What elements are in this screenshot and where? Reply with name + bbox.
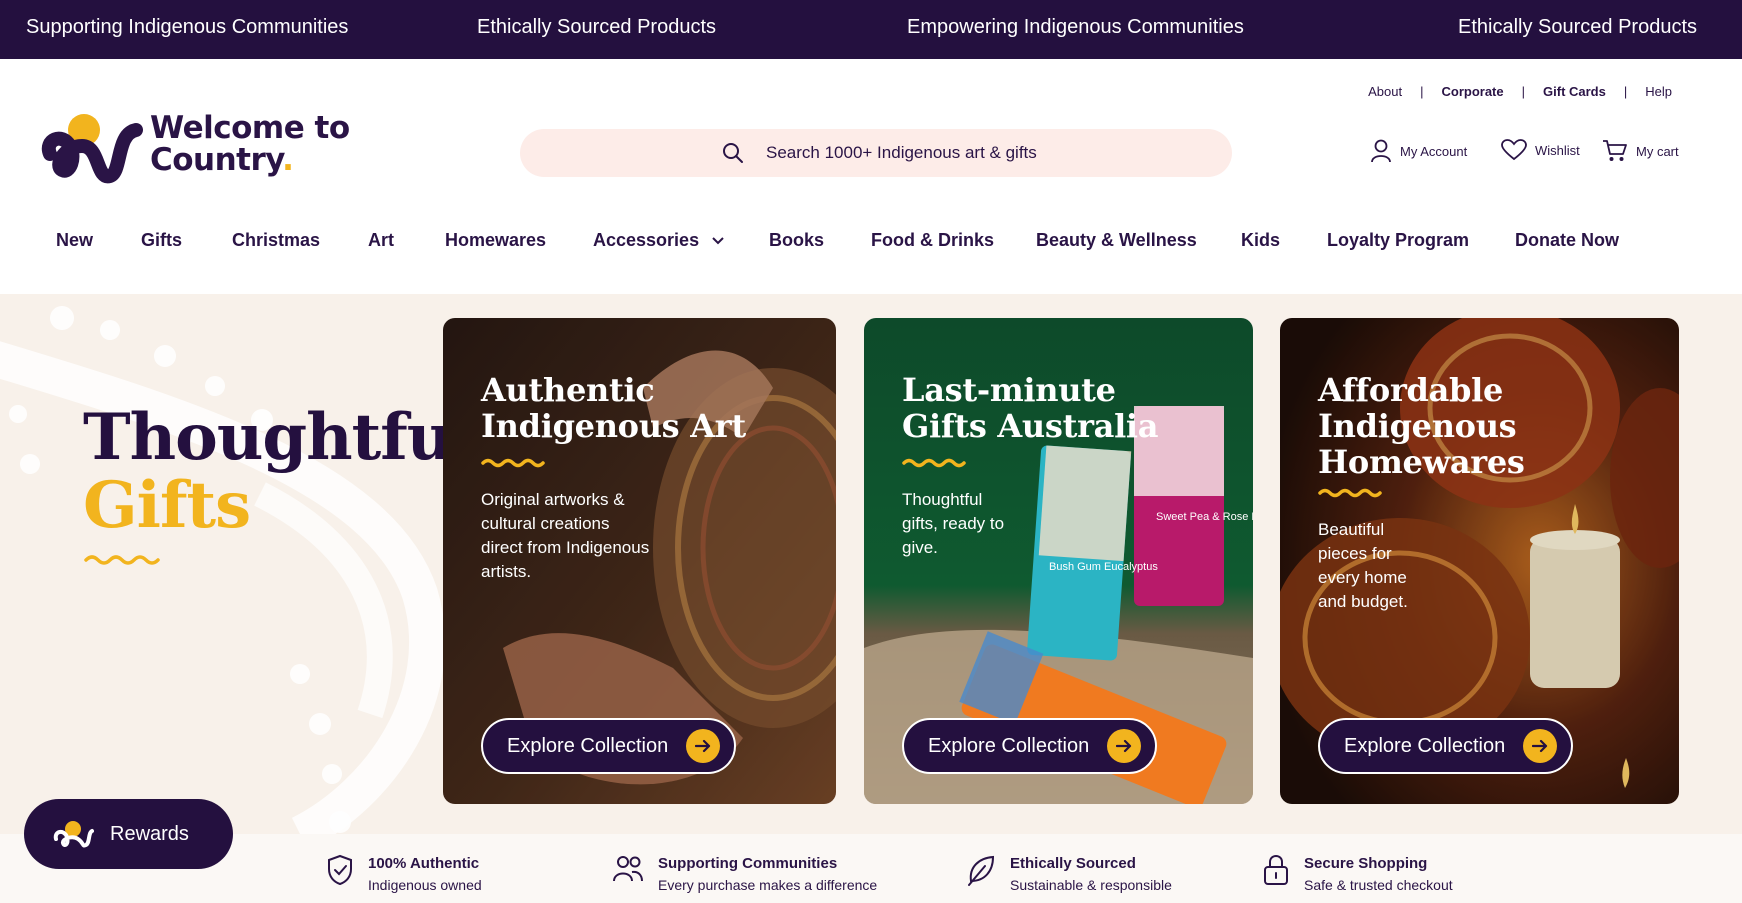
dot-pattern-background [0, 306, 446, 834]
trust-item-secure: Secure Shopping Safe & trusted checkout [1262, 854, 1453, 896]
brand-line-1: Welcome to [150, 110, 350, 146]
rewards-logo-icon [53, 821, 94, 848]
search-input[interactable] [766, 139, 1186, 167]
trust-subtitle: Safe & trusted checkout [1304, 877, 1453, 893]
explore-collection-button[interactable]: Explore Collection [481, 718, 737, 774]
collection-card-homewares[interactable]: Affordable Indigenous Homewares Beautifu… [1280, 318, 1679, 804]
collection-card-gifts[interactable]: Bush Gum Eucalyptus Sweet Pea & Rose Myr… [864, 318, 1253, 804]
divider: | [1521, 84, 1526, 99]
trust-subtitle: Indigenous owned [368, 877, 482, 893]
brand-dot: . [282, 142, 294, 178]
announcement-item: Ethically Sourced Products [1458, 16, 1698, 38]
product-label: Sweet Pea & Rose Myrtle [1156, 511, 1253, 523]
collection-card-art[interactable]: Authentic Indigenous Art Original artwor… [443, 318, 836, 804]
wishlist-label: Wishlist [1535, 142, 1580, 158]
help-link[interactable]: Help [1645, 84, 1672, 99]
hero-section: Thoughtful Gifts Authentic Indigenous Ar… [0, 294, 1742, 834]
announcement-item: Ethically Sourced Products [477, 16, 717, 38]
nav-item-new[interactable]: New [56, 230, 93, 251]
brand-wordmark: Welcome to Country. [150, 112, 350, 176]
trust-title: Secure Shopping [1304, 855, 1428, 872]
user-icon [1371, 139, 1391, 163]
arrow-right-icon [686, 729, 721, 763]
trust-title: 100% Authentic [368, 855, 480, 872]
leaf-icon [968, 855, 995, 886]
brand-mark-icon [41, 114, 143, 184]
chevron-down-icon [712, 237, 724, 245]
corporate-link[interactable]: Corporate [1442, 84, 1504, 99]
about-link[interactable]: About [1368, 84, 1402, 99]
search-bar[interactable] [520, 129, 1232, 177]
nav-item-books[interactable]: Books [769, 230, 824, 251]
utility-links: About | Corporate | Gift Cards | Help [1368, 84, 1672, 99]
nav-item-donate-now[interactable]: Donate Now [1515, 230, 1619, 251]
trust-subtitle: Every purchase makes a difference [658, 877, 878, 893]
card-description: Thoughtful gifts, ready to give. [902, 490, 1005, 557]
wishlist-link[interactable]: Wishlist [1501, 139, 1580, 161]
my-account-label: My Account [1400, 143, 1468, 159]
squiggle-decoration [902, 458, 966, 468]
nav-item-kids[interactable]: Kids [1241, 230, 1280, 251]
explore-collection-button[interactable]: Explore Collection [1318, 718, 1574, 774]
button-label: Explore Collection [928, 734, 1090, 757]
my-account-link[interactable]: My Account [1370, 139, 1467, 163]
nav-item-loyalty-program[interactable]: Loyalty Program [1327, 230, 1469, 251]
trust-title: Supporting Communities [658, 855, 838, 872]
search-icon[interactable] [722, 142, 744, 164]
cart-label: My cart [1636, 143, 1679, 159]
trust-item-communities: Supporting Communities Every purchase mak… [612, 854, 877, 896]
lock-icon [1264, 854, 1288, 885]
button-label: Explore Collection [507, 734, 669, 757]
trust-subtitle: Sustainable & responsible [1010, 877, 1172, 893]
trust-item-authentic: 100% Authentic Indigenous owned [326, 854, 482, 896]
trust-strip: 100% Authentic Indigenous owned Supportin… [0, 834, 1742, 903]
cart-icon [1603, 140, 1627, 161]
trust-item-ethical: Ethically Sourced Sustainable & responsib… [966, 854, 1172, 896]
divider: | [1420, 84, 1424, 99]
nav-item-beauty-wellness[interactable]: Beauty & Wellness [1036, 230, 1197, 251]
card-title: Last-minute Gifts Australia [902, 371, 1159, 445]
squiggle-decoration [84, 555, 160, 565]
rewards-label: Rewards [110, 822, 189, 845]
brand-line-2: Country [150, 142, 283, 178]
cart-link[interactable]: My cart [1602, 139, 1679, 163]
hero-title-line-2: Gifts [83, 468, 251, 543]
nav-item-homewares[interactable]: Homewares [445, 230, 546, 251]
card-description: Beautiful pieces for every home and budg… [1318, 520, 1408, 611]
nav-item-art[interactable]: Art [368, 230, 394, 251]
button-label: Explore Collection [1344, 734, 1506, 757]
product-label: Bush Gum Eucalyptus [1049, 561, 1158, 573]
trust-title: Ethically Sourced [1010, 855, 1136, 872]
announcement-bar: Supporting Indigenous Communities Ethica… [0, 0, 1742, 59]
arrow-right-icon [1523, 729, 1558, 763]
nav-item-food-drinks[interactable]: Food & Drinks [871, 230, 994, 251]
nav-item-christmas[interactable]: Christmas [232, 230, 320, 251]
squiggle-decoration [481, 458, 545, 468]
hero-title-line-1: Thoughtful [83, 400, 477, 475]
arrow-right-icon [1107, 729, 1142, 763]
heart-icon [1501, 139, 1527, 161]
divider: | [1623, 84, 1628, 99]
announcement-item: Empowering Indigenous Communities [907, 16, 1244, 38]
brand-logo[interactable]: Welcome to Country. [40, 104, 350, 194]
nav-item-accessories[interactable]: Accessories [593, 230, 725, 251]
card-description: Original artworks & cultural creations d… [481, 490, 650, 581]
hero-title: Thoughtful Gifts [83, 404, 477, 543]
site-header: Welcome to Country. About | Corporate | … [0, 59, 1742, 294]
gift-cards-link[interactable]: Gift Cards [1543, 84, 1606, 99]
announcement-item: Supporting Indigenous Communities [26, 16, 349, 38]
shield-check-icon [328, 854, 352, 886]
nav-item-label: Accessories [593, 230, 700, 250]
main-nav: New Gifts Christmas Art Homewares Access… [0, 230, 1742, 260]
squiggle-decoration [1318, 488, 1382, 498]
people-icon [613, 856, 643, 882]
explore-collection-button[interactable]: Explore Collection [902, 718, 1158, 774]
nav-item-gifts[interactable]: Gifts [141, 230, 182, 251]
card-title: Affordable Indigenous Homewares [1318, 371, 1525, 481]
rewards-button[interactable]: Rewards [24, 799, 233, 869]
card-title: Authentic Indigenous Art [481, 371, 746, 445]
